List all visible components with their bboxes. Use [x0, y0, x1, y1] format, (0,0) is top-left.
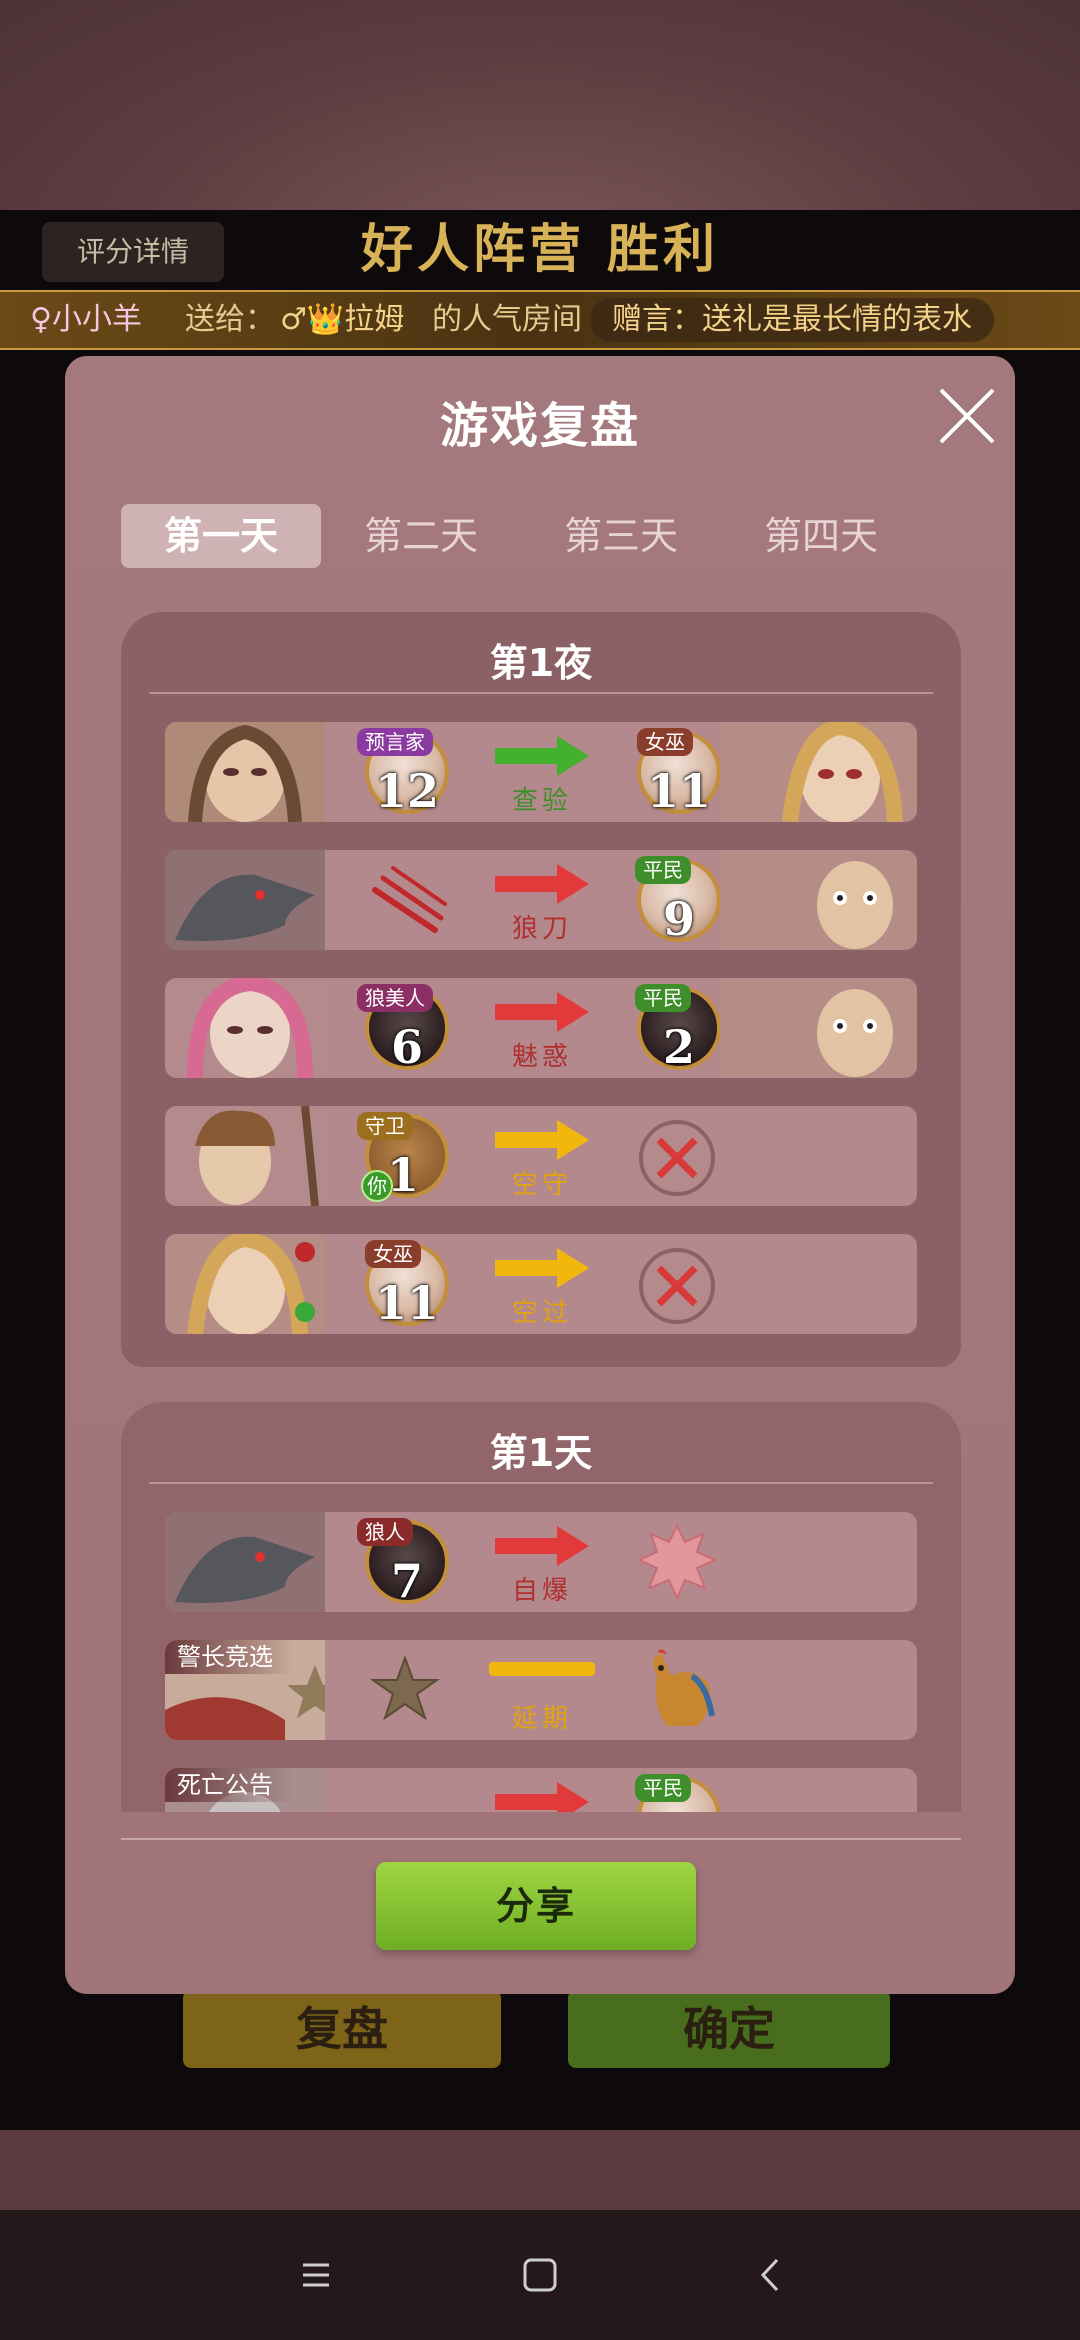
- sheriff-badge-icon: [369, 1655, 441, 1721]
- werewolf-portrait-icon: [165, 1512, 325, 1612]
- event-row-wolf-kill: 狼刀 平民 9: [165, 850, 917, 950]
- ticker-receiver: ♂👑拉姆: [280, 302, 405, 337]
- seat-number: 6: [390, 1020, 423, 1074]
- ticker-give-text: 送给：: [185, 302, 275, 337]
- section-title: 第1天: [489, 1431, 593, 1475]
- event-row-sheriff-election: 警长竞选 延期: [165, 1640, 917, 1740]
- arrow-right-icon: [495, 1248, 589, 1288]
- explosion-icon: [637, 1523, 717, 1601]
- villager-portrait-icon: [720, 850, 917, 950]
- role-tag: 女巫: [637, 728, 693, 756]
- role-tag: 守卫: [357, 1112, 413, 1140]
- tab-day-2[interactable]: 第二天: [321, 504, 521, 568]
- section-title: 第1夜: [489, 641, 593, 685]
- seer-portrait-icon: [165, 722, 325, 822]
- delay-bar-icon: [489, 1662, 595, 1676]
- back-chevron-icon[interactable]: [745, 2250, 795, 2300]
- player-avatar[interactable]: 平民 2: [635, 984, 721, 1074]
- share-button[interactable]: 分享: [376, 1862, 696, 1950]
- ticker-message: 赠言：送礼是最长情的表水: [590, 298, 994, 342]
- you-badge: 你: [361, 1170, 393, 1202]
- seat-number: 11: [374, 1276, 439, 1330]
- seat-number: 11: [646, 764, 711, 818]
- seat-number: 12: [374, 764, 439, 818]
- seat-number: 7: [390, 1554, 423, 1608]
- action-label: 自爆: [511, 1576, 572, 1606]
- role-tag: 狼人: [357, 1518, 413, 1546]
- witch-portrait-icon: [165, 1234, 325, 1334]
- score-detail-button[interactable]: 评分详情: [42, 222, 224, 282]
- arrow-right-icon: [495, 864, 589, 904]
- row-label: 警长竞选: [165, 1640, 293, 1674]
- seat-number: 2: [662, 1020, 695, 1074]
- role-tag: 狼美人: [357, 984, 433, 1012]
- result-title: 好人阵营 胜利: [360, 220, 720, 280]
- background-header: [0, 0, 1080, 210]
- wolf-beauty-portrait-icon: [165, 978, 325, 1078]
- event-row-witch-pass: 女巫 11 空过: [165, 1234, 917, 1334]
- no-target-x-icon: [639, 1248, 715, 1324]
- player-avatar[interactable]: 女巫 11: [637, 728, 721, 818]
- action-label: 查验: [511, 786, 572, 816]
- action-label: 空过: [511, 1298, 572, 1328]
- replay-scroll-area[interactable]: 第1夜 预言家 12 查验 女巫 11 狼刀 平民 9 狼美人 6 魅惑 平民 …: [121, 612, 961, 1812]
- event-row-charm: 狼美人 6 魅惑 平民 2: [165, 978, 917, 1078]
- rooster-icon: [653, 1649, 715, 1726]
- werewolf-portrait-icon: [165, 850, 325, 950]
- player-avatar[interactable]: 平民 9: [635, 856, 721, 946]
- villager-portrait-icon: [720, 978, 917, 1078]
- close-icon[interactable]: [935, 384, 999, 448]
- tab-day-4[interactable]: 第四天: [721, 504, 921, 568]
- day-tabs: 第一天 第二天 第三天 第四天: [121, 504, 951, 568]
- role-tag: 预言家: [357, 728, 433, 756]
- role-tag: 女巫: [365, 1240, 421, 1268]
- arrow-right-icon: [495, 1782, 589, 1812]
- player-avatar[interactable]: 狼人 7: [357, 1518, 449, 1608]
- section-divider: [149, 1482, 933, 1484]
- seat-number: 1: [387, 1148, 420, 1202]
- seat-number: 9: [662, 892, 695, 946]
- arrow-right-icon: [495, 1526, 589, 1566]
- row-label: 死亡公告: [165, 1768, 293, 1802]
- arrow-right-icon: [495, 1120, 589, 1160]
- player-avatar[interactable]: 平民: [635, 1774, 721, 1812]
- system-navigation-bar: [0, 2210, 1080, 2340]
- section-divider: [149, 692, 933, 694]
- background-footer: [0, 2130, 1080, 2210]
- arrow-right-icon: [495, 992, 589, 1032]
- claw-slash-icon: [372, 866, 447, 933]
- replay-button[interactable]: 复盘: [183, 1990, 501, 2068]
- tab-day-3[interactable]: 第三天: [521, 504, 721, 568]
- no-target-x-icon: [639, 1120, 715, 1196]
- event-row-guard: 守卫 1 你 空守: [165, 1106, 917, 1206]
- action-label: 狼刀: [511, 914, 572, 944]
- night-1-section: 第1夜 预言家 12 查验 女巫 11 狼刀 平民 9 狼美人 6 魅惑 平民 …: [121, 612, 961, 1367]
- confirm-button[interactable]: 确定: [568, 1990, 890, 2068]
- event-row-self-destruct: 狼人 7 自爆: [165, 1512, 917, 1612]
- home-square-icon[interactable]: [515, 2250, 565, 2300]
- footer-divider: [121, 1838, 961, 1840]
- role-tag: 平民: [635, 984, 691, 1012]
- player-avatar[interactable]: 女巫 11: [365, 1240, 449, 1330]
- player-avatar[interactable]: 预言家 12: [357, 728, 449, 818]
- ticker-suffix: 的人气房间: [432, 302, 582, 337]
- ticker-sender: ♀小小羊: [30, 302, 142, 337]
- action-label: 魅惑: [511, 1042, 572, 1072]
- guard-portrait-icon: [165, 1106, 325, 1206]
- role-tag: 平民: [635, 1774, 691, 1802]
- arrow-right-icon: [495, 736, 589, 776]
- action-label: 延期: [511, 1704, 572, 1734]
- menu-icon[interactable]: [291, 2250, 341, 2300]
- witch-portrait-icon: [720, 722, 917, 822]
- gift-ticker: ♀小小羊 送给： ♂👑拉姆 的人气房间 赠言：送礼是最长情的表水: [0, 290, 1080, 350]
- role-tag: 平民: [635, 856, 691, 884]
- event-row-death-announcement: 死亡公告 平民: [165, 1768, 917, 1812]
- tab-day-1[interactable]: 第一天: [121, 504, 321, 568]
- day-1-section: 第1天 狼人 7 自爆 警长竞选 延期 死亡公告 平民: [121, 1402, 961, 1812]
- event-row-seer-check: 预言家 12 查验 女巫 11: [165, 722, 917, 822]
- player-avatar[interactable]: 狼美人 6: [357, 984, 449, 1074]
- modal-title: 游戏复盘: [439, 398, 640, 454]
- action-label: 空守: [511, 1170, 572, 1200]
- game-replay-modal: 游戏复盘 第一天 第二天 第三天 第四天 第1夜 预言家 12 查验 女巫 11…: [65, 356, 1015, 1994]
